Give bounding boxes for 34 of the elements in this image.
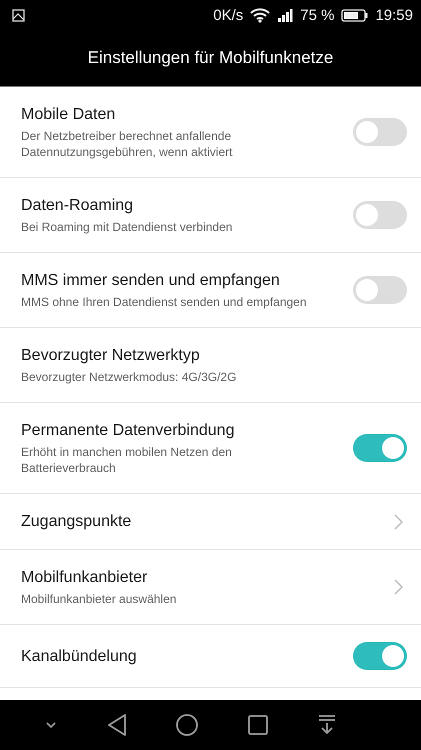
home-icon[interactable]	[176, 714, 198, 736]
setting-description: MMS ohne Ihren Datendienst senden und empfangen	[21, 294, 308, 310]
chevron-right-icon	[394, 514, 403, 530]
battery-percent: 75 %	[300, 6, 334, 24]
setting-title: Bevorzugter Netzwerktyp	[21, 346, 201, 366]
setting-title: Mobile Daten	[21, 105, 116, 125]
toggle-switch[interactable]	[353, 642, 407, 670]
setting-title: Permanente Datenverbindung	[21, 421, 236, 441]
battery-icon	[341, 8, 368, 22]
setting-description: Erhöht in manchen mobilen Netzen den Batterieverbrauch	[21, 444, 233, 476]
setting-description: Bevorzugter Netzwerkmodus: 4G/3G/2G	[21, 369, 238, 385]
setting-title: Mobilfunkanbieter	[21, 568, 148, 588]
screen-title: Einstellungen für Mobilfunknetze	[88, 48, 334, 68]
back-icon[interactable]	[106, 714, 127, 736]
setting-title: Zugangspunkte	[21, 512, 132, 532]
setting-description: Bei Roaming mit Datendienst verbinden	[21, 219, 234, 235]
wifi-icon	[250, 8, 270, 22]
image-icon	[12, 8, 25, 22]
setting-title: Kanalbündelung	[21, 646, 138, 666]
recents-icon[interactable]	[248, 715, 268, 735]
chevron-down-icon[interactable]	[44, 721, 57, 729]
clock: 19:59	[375, 6, 413, 24]
setting-title: MMS immer senden und empfangen	[21, 271, 281, 291]
network-speed: 0K/s	[213, 6, 244, 24]
setting-title: Daten-Roaming	[21, 196, 134, 216]
chevron-right-icon	[394, 579, 403, 595]
toggle-switch[interactable]	[353, 118, 407, 146]
toggle-switch[interactable]	[353, 434, 407, 462]
setting-description: Der Netzbetreiber berechnet anfallende Datennutzungsgebühren, wenn aktiviert	[21, 128, 234, 160]
toggle-switch[interactable]	[353, 276, 407, 304]
toggle-switch[interactable]	[353, 201, 407, 229]
notification-pull-icon[interactable]	[318, 715, 336, 735]
setting-description: Mobilfunkanbieter auswählen	[21, 591, 178, 607]
signal-icon	[277, 8, 294, 22]
